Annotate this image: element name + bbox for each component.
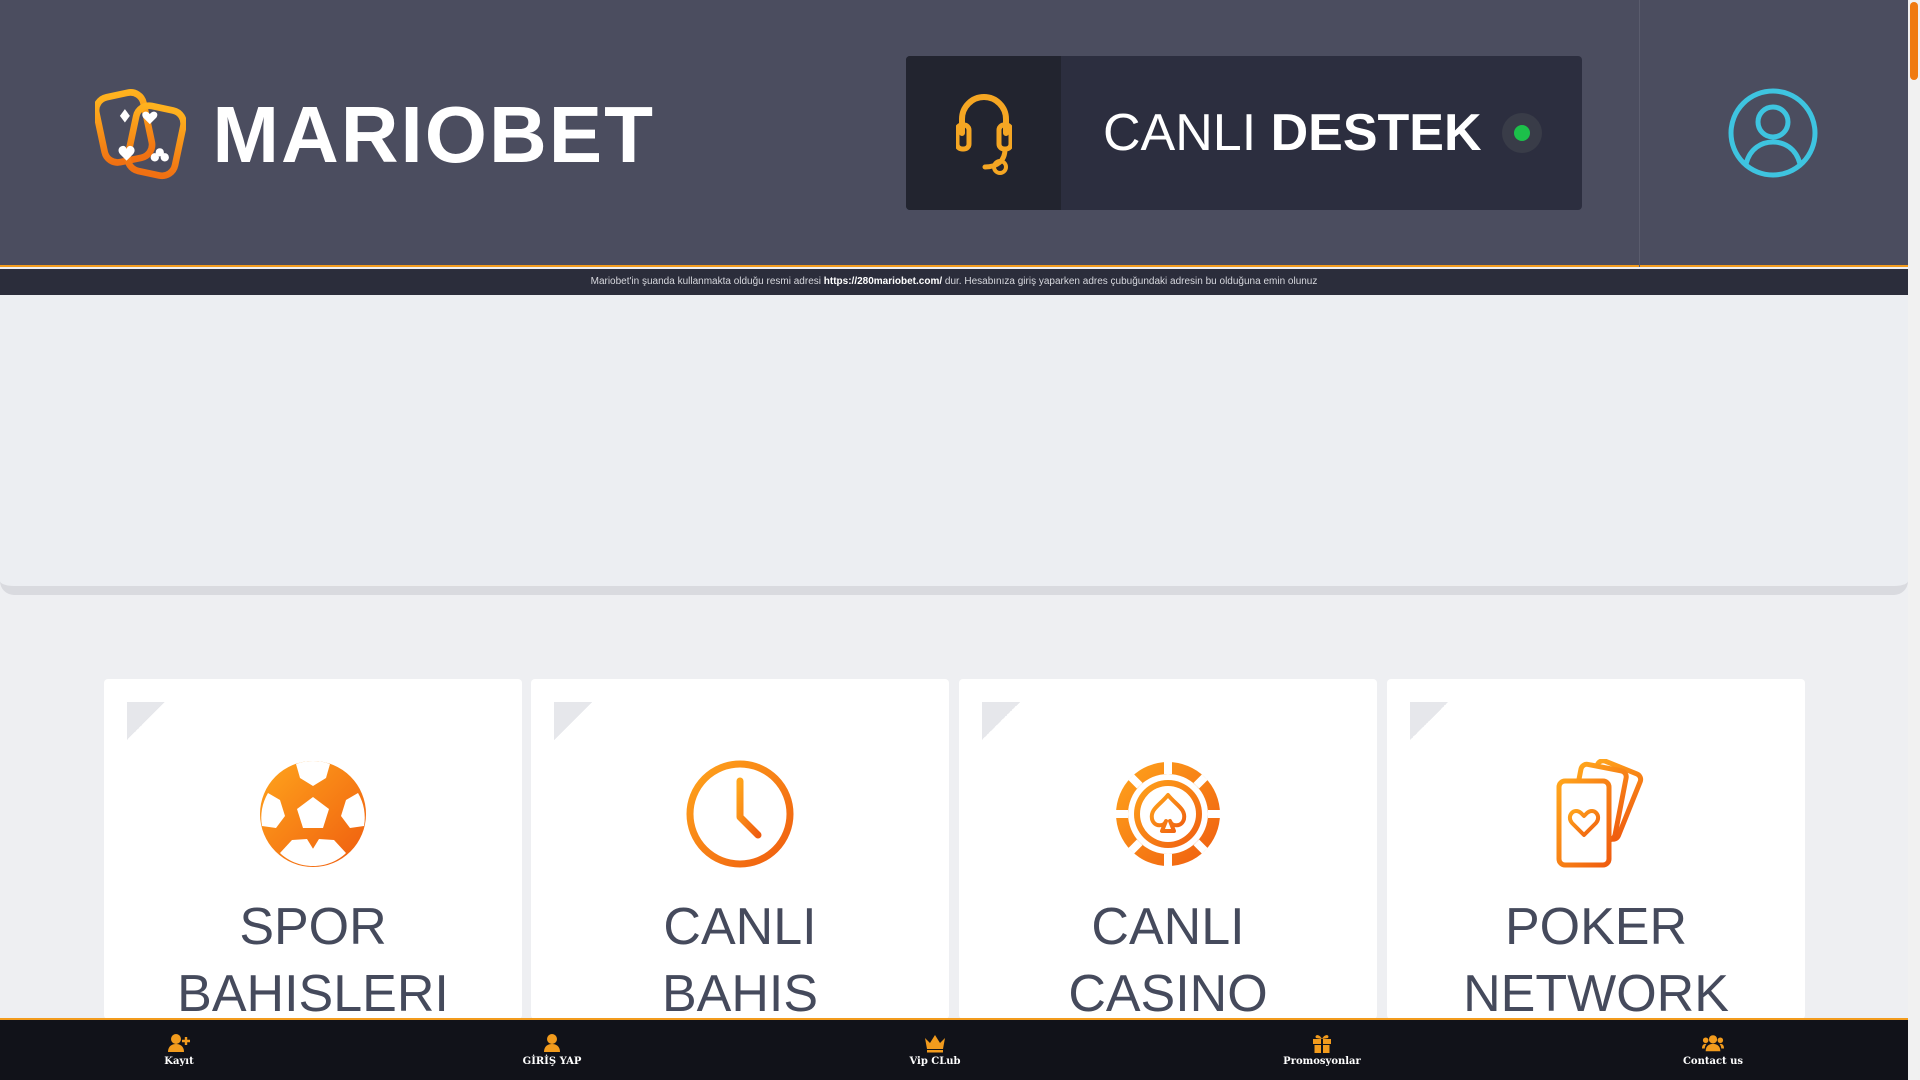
nav-promotions[interactable]: Promosyonlar <box>1252 1020 1392 1080</box>
notice-text-after: dur. Hesabınıza giriş yaparken adres çub… <box>944 276 1318 287</box>
card-title: POKER NETWORK <box>1463 898 1729 1019</box>
card-title: CANLI CASINO <box>1068 898 1268 1019</box>
banner-area <box>0 295 1908 595</box>
scrollbar-thumb[interactable] <box>1910 2 1918 80</box>
card-canli-casino[interactable]: CANLI CASINO <box>959 679 1377 1019</box>
card-spor-bahisleri[interactable]: SPOR BAHISLERI <box>104 679 522 1019</box>
nav-vip-club-label: Vip CLub <box>909 1056 961 1067</box>
support-icon-box <box>906 56 1061 210</box>
user-account-icon[interactable] <box>1728 88 1818 178</box>
header-divider <box>1639 0 1640 267</box>
site-header: MARIOBET CANLI DESTEK <box>0 0 1908 267</box>
nav-promotions-label: Promosyonlar <box>1283 1056 1361 1067</box>
card-corner-fold <box>554 702 592 740</box>
user-icon <box>544 1034 560 1052</box>
gift-icon <box>1313 1035 1331 1053</box>
support-label: CANLI DESTEK <box>1103 107 1482 159</box>
support-label-prefix: CANLI <box>1103 104 1257 162</box>
logo-text: MARIOBET <box>212 89 655 179</box>
nav-login[interactable]: GİRİŞ YAP <box>482 1020 622 1080</box>
card-canli-bahis[interactable]: CANLI BAHIS <box>531 679 949 1019</box>
users-icon <box>1702 1035 1724 1052</box>
headset-icon <box>955 94 1012 175</box>
card-title: SPOR BAHISLERI <box>177 898 449 1019</box>
card-corner-fold <box>1410 702 1448 740</box>
card-title: CANLI BAHIS <box>661 898 819 1019</box>
nav-contact-us[interactable]: Contact us <box>1643 1020 1783 1080</box>
site-logo[interactable]: MARIOBET <box>95 72 655 197</box>
nav-register[interactable]: Kayıt <box>109 1020 249 1080</box>
live-support-button[interactable]: CANLI DESTEK <box>906 56 1582 210</box>
soccer-ball-icon <box>260 761 366 867</box>
card-corner-fold <box>127 702 165 740</box>
crown-icon <box>925 1035 945 1053</box>
online-status-indicator <box>1501 113 1542 153</box>
official-address-notice: Mariobet'in şuanda kullanmakta olduğu re… <box>0 269 1908 295</box>
nav-vip-club[interactable]: Vip CLub <box>865 1020 1005 1080</box>
card-corner-fold <box>982 702 1020 740</box>
card-poker-network[interactable]: POKER NETWORK <box>1387 679 1805 1019</box>
nav-register-label: Kayıt <box>164 1056 194 1067</box>
playing-cards-icon <box>1556 759 1644 868</box>
page-scrollbar[interactable] <box>1908 0 1920 1080</box>
support-label-bold: DESTEK <box>1270 104 1482 162</box>
logo-dice-icon <box>95 89 187 180</box>
nav-login-label: GİRİŞ YAP <box>522 1056 582 1067</box>
notice-text-before: Mariobet'in şuanda kullanmakta olduğu re… <box>590 276 821 287</box>
bottom-navigation: Kayıt GİRİŞ YAP Vip CLub Promosyonlar Co… <box>0 1018 1908 1080</box>
official-url[interactable]: https://280mariobet.com/ <box>824 276 942 287</box>
clock-icon <box>686 760 794 868</box>
casino-chip-icon <box>1116 762 1220 866</box>
nav-contact-us-label: Contact us <box>1682 1056 1744 1067</box>
user-plus-icon <box>168 1034 190 1052</box>
